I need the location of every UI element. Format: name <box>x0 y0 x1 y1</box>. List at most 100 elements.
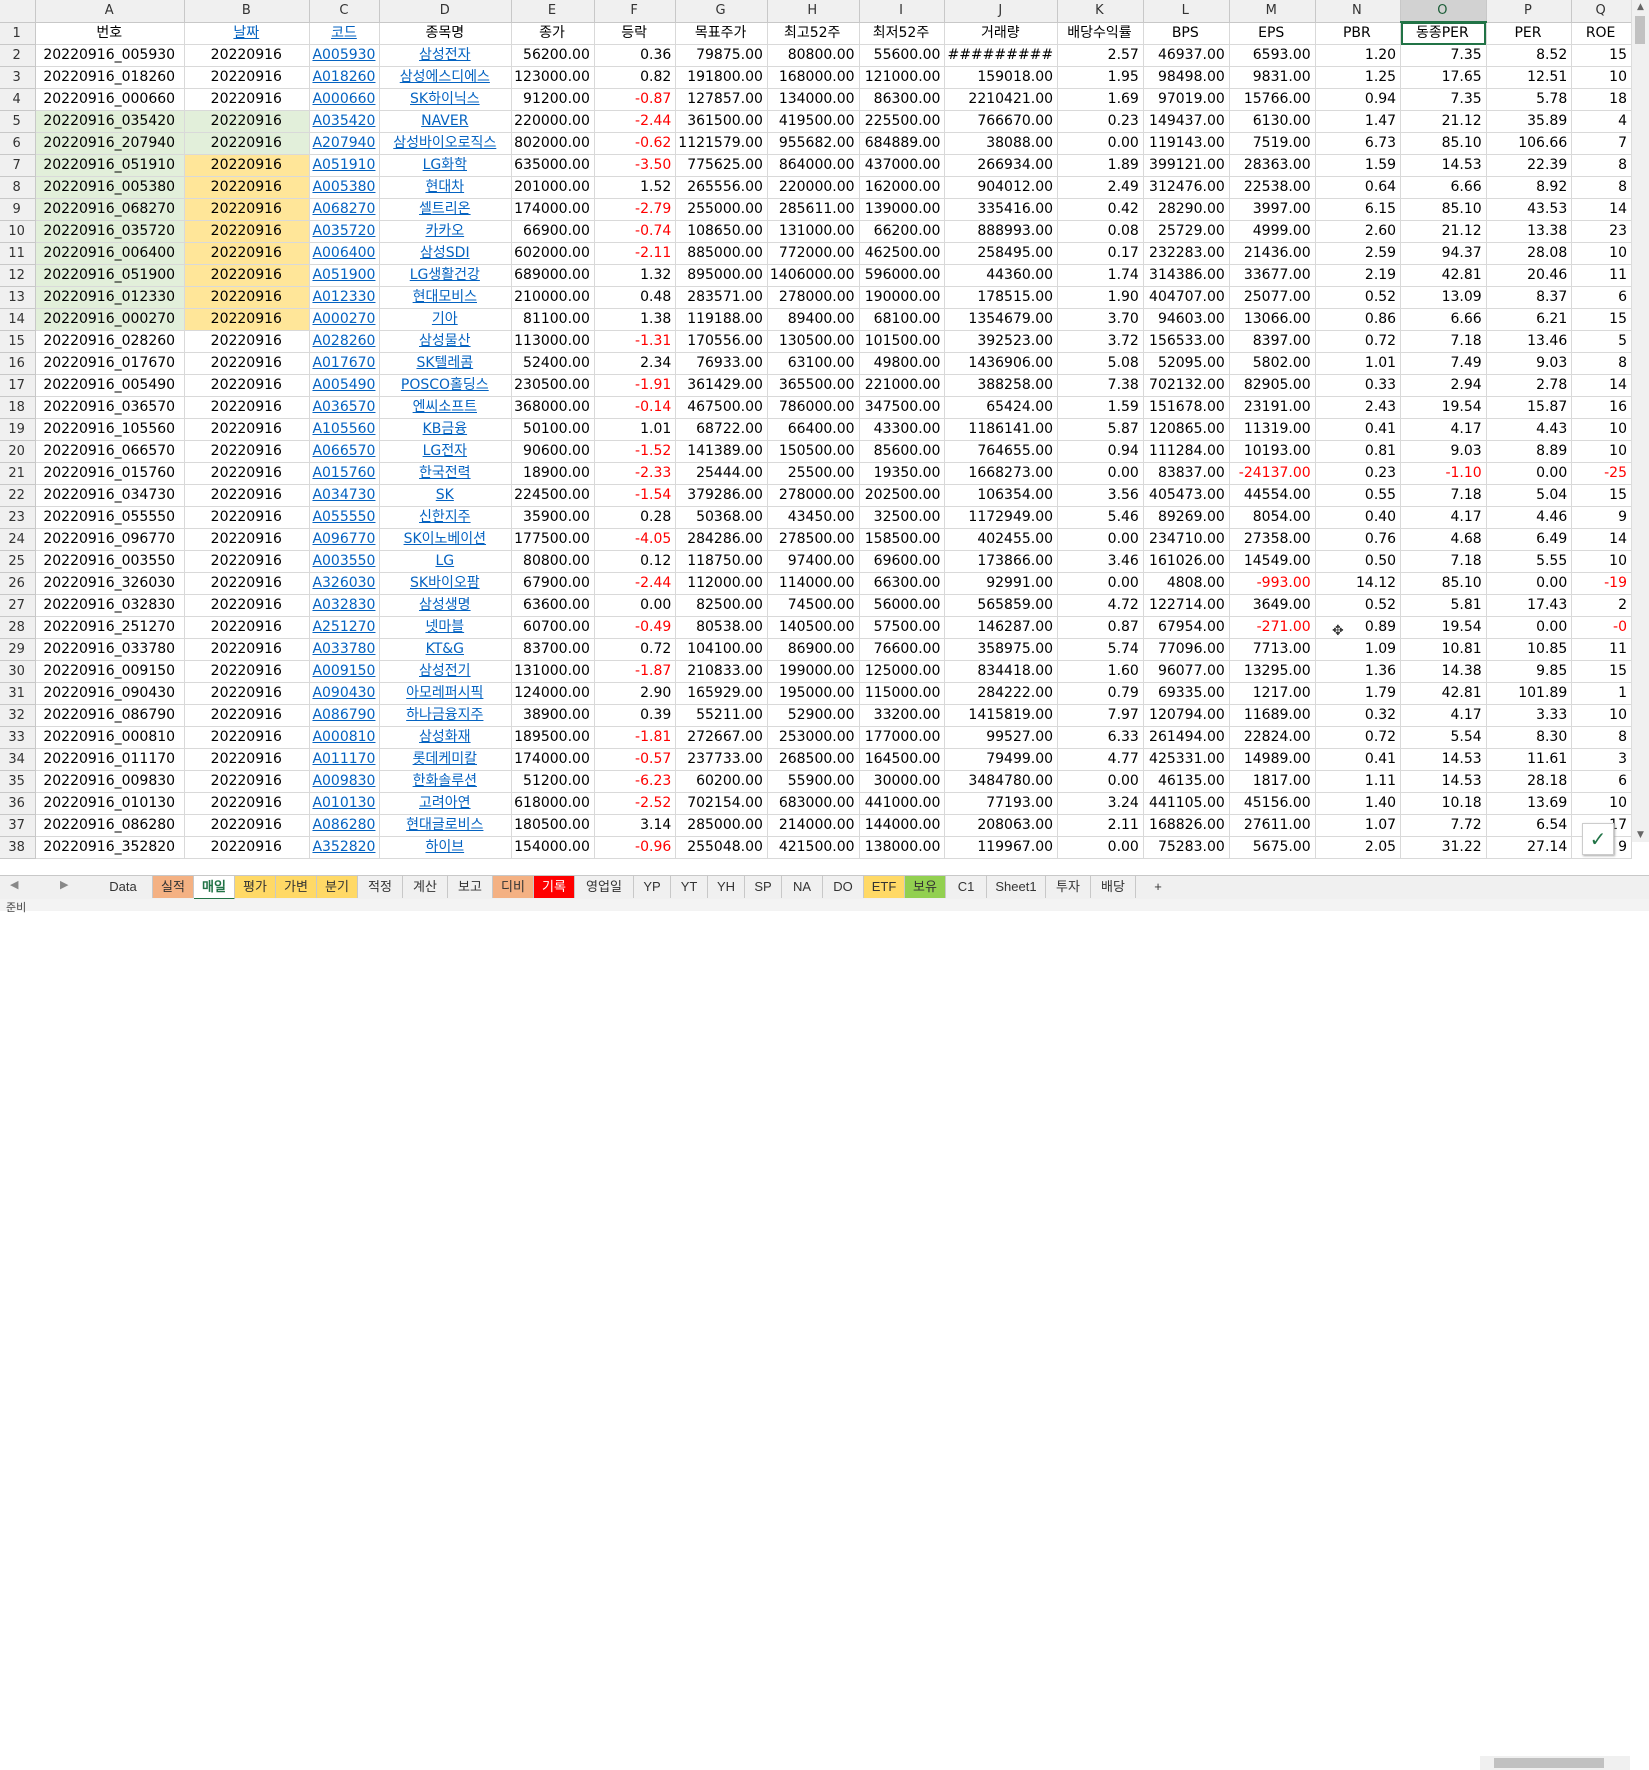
cell-P21[interactable]: 0.00 <box>1486 462 1573 485</box>
cell-P9[interactable]: 43.53 <box>1486 198 1573 221</box>
sheet-tab-YP[interactable]: YP <box>634 876 671 898</box>
cell-B26[interactable]: 20220916 <box>184 572 311 595</box>
cell-K26[interactable]: 0.00 <box>1057 572 1144 595</box>
cell-L6[interactable]: 119143.00 <box>1143 132 1230 155</box>
column-header-C[interactable]: C <box>309 0 381 23</box>
cell-I33[interactable]: 177000.00 <box>859 726 946 749</box>
cell-M8[interactable]: 22538.00 <box>1229 176 1316 199</box>
cell-H2[interactable]: 80800.00 <box>767 44 860 67</box>
row-header[interactable]: 34 <box>0 748 37 771</box>
cell-C13[interactable]: A012330 <box>309 286 381 309</box>
cell-O13[interactable]: 13.09 <box>1400 286 1487 309</box>
cell-K9[interactable]: 0.42 <box>1057 198 1144 221</box>
cell-J28[interactable]: 146287.00 <box>944 616 1059 639</box>
cell-I31[interactable]: 115000.00 <box>859 682 946 705</box>
confirm-check-icon[interactable]: ✓ <box>1582 823 1614 855</box>
cell-B14[interactable]: 20220916 <box>184 308 311 331</box>
cell-L24[interactable]: 234710.00 <box>1143 528 1230 551</box>
row-header[interactable]: 20 <box>0 440 37 463</box>
sheet-tab-기록[interactable]: 기록 <box>534 876 575 898</box>
cell-Q29[interactable]: 11 <box>1571 638 1632 661</box>
cell-I18[interactable]: 347500.00 <box>859 396 946 419</box>
cell-F1[interactable]: 등락 <box>594 22 677 45</box>
cell-A7[interactable]: 20220916_051910 <box>35 154 186 177</box>
cell-A5[interactable]: 20220916_035420 <box>35 110 186 133</box>
column-header-I[interactable]: I <box>859 0 946 23</box>
cell-B21[interactable]: 20220916 <box>184 462 311 485</box>
cell-D16[interactable]: SK텔레콤 <box>379 352 513 375</box>
cell-F4[interactable]: -0.87 <box>594 88 677 111</box>
cell-M19[interactable]: 11319.00 <box>1229 418 1316 441</box>
cell-B36[interactable]: 20220916 <box>184 792 311 815</box>
cell-D17[interactable]: POSCO홀딩스 <box>379 374 513 397</box>
cell-I30[interactable]: 125000.00 <box>859 660 946 683</box>
scroll-thumb[interactable] <box>1635 16 1645 44</box>
cell-K27[interactable]: 4.72 <box>1057 594 1144 617</box>
cell-D27[interactable]: 삼성생명 <box>379 594 513 617</box>
cell-O22[interactable]: 7.18 <box>1400 484 1487 507</box>
cell-A23[interactable]: 20220916_055550 <box>35 506 186 529</box>
cell-M32[interactable]: 11689.00 <box>1229 704 1316 727</box>
cell-E24[interactable]: 177500.00 <box>511 528 595 551</box>
cell-O14[interactable]: 6.66 <box>1400 308 1487 331</box>
row-header[interactable]: 30 <box>0 660 37 683</box>
cell-C23[interactable]: A055550 <box>309 506 381 529</box>
cell-I28[interactable]: 57500.00 <box>859 616 946 639</box>
cell-L32[interactable]: 120794.00 <box>1143 704 1230 727</box>
column-header-P[interactable]: P <box>1486 0 1573 23</box>
cell-I4[interactable]: 86300.00 <box>859 88 946 111</box>
cell-I29[interactable]: 76600.00 <box>859 638 946 661</box>
cell-N13[interactable]: 0.52 <box>1315 286 1402 309</box>
cell-H3[interactable]: 168000.00 <box>767 66 860 89</box>
cell-Q18[interactable]: 16 <box>1571 396 1632 419</box>
cell-C6[interactable]: A207940 <box>309 132 381 155</box>
cell-E35[interactable]: 51200.00 <box>511 770 595 793</box>
cell-H26[interactable]: 114000.00 <box>767 572 860 595</box>
cell-Q3[interactable]: 10 <box>1571 66 1632 89</box>
cell-Q8[interactable]: 8 <box>1571 176 1632 199</box>
cell-G26[interactable]: 112000.00 <box>675 572 768 595</box>
sheet-tab-영업일[interactable]: 영업일 <box>575 876 634 898</box>
cell-G34[interactable]: 237733.00 <box>675 748 768 771</box>
cell-A32[interactable]: 20220916_086790 <box>35 704 186 727</box>
cell-O28[interactable]: 19.54 <box>1400 616 1487 639</box>
cell-J7[interactable]: 266934.00 <box>944 154 1059 177</box>
cell-M35[interactable]: 1817.00 <box>1229 770 1316 793</box>
cell-E11[interactable]: 602000.00 <box>511 242 595 265</box>
cell-Q35[interactable]: 6 <box>1571 770 1632 793</box>
cell-C30[interactable]: A009150 <box>309 660 381 683</box>
cell-H36[interactable]: 683000.00 <box>767 792 860 815</box>
tab-next-icon[interactable]: ▶ <box>60 878 68 891</box>
cell-Q15[interactable]: 5 <box>1571 330 1632 353</box>
cell-E23[interactable]: 35900.00 <box>511 506 595 529</box>
cell-D4[interactable]: SK하이닉스 <box>379 88 513 111</box>
cell-A33[interactable]: 20220916_000810 <box>35 726 186 749</box>
cell-I8[interactable]: 162000.00 <box>859 176 946 199</box>
cell-L33[interactable]: 261494.00 <box>1143 726 1230 749</box>
cell-H29[interactable]: 86900.00 <box>767 638 860 661</box>
cell-A27[interactable]: 20220916_032830 <box>35 594 186 617</box>
cell-E6[interactable]: 802000.00 <box>511 132 595 155</box>
cell-G11[interactable]: 885000.00 <box>675 242 768 265</box>
row-header[interactable]: 11 <box>0 242 37 265</box>
sheet-tab-분기[interactable]: 분기 <box>317 876 358 898</box>
cell-J6[interactable]: 38088.00 <box>944 132 1059 155</box>
cell-P14[interactable]: 6.21 <box>1486 308 1573 331</box>
cell-J3[interactable]: 159018.00 <box>944 66 1059 89</box>
cell-D31[interactable]: 아모레퍼시픽 <box>379 682 513 705</box>
cell-A14[interactable]: 20220916_000270 <box>35 308 186 331</box>
cell-P37[interactable]: 6.54 <box>1486 814 1573 837</box>
cell-E26[interactable]: 67900.00 <box>511 572 595 595</box>
cell-O24[interactable]: 4.68 <box>1400 528 1487 551</box>
cell-B4[interactable]: 20220916 <box>184 88 311 111</box>
cell-J33[interactable]: 99527.00 <box>944 726 1059 749</box>
cell-A22[interactable]: 20220916_034730 <box>35 484 186 507</box>
cell-O35[interactable]: 14.53 <box>1400 770 1487 793</box>
cell-D14[interactable]: 기아 <box>379 308 513 331</box>
cell-K29[interactable]: 5.74 <box>1057 638 1144 661</box>
cell-Q31[interactable]: 1 <box>1571 682 1632 705</box>
cell-F11[interactable]: -2.11 <box>594 242 677 265</box>
cell-C38[interactable]: A352820 <box>309 836 381 859</box>
sheet-tab-계산[interactable]: 계산 <box>403 876 448 898</box>
cell-F5[interactable]: -2.44 <box>594 110 677 133</box>
